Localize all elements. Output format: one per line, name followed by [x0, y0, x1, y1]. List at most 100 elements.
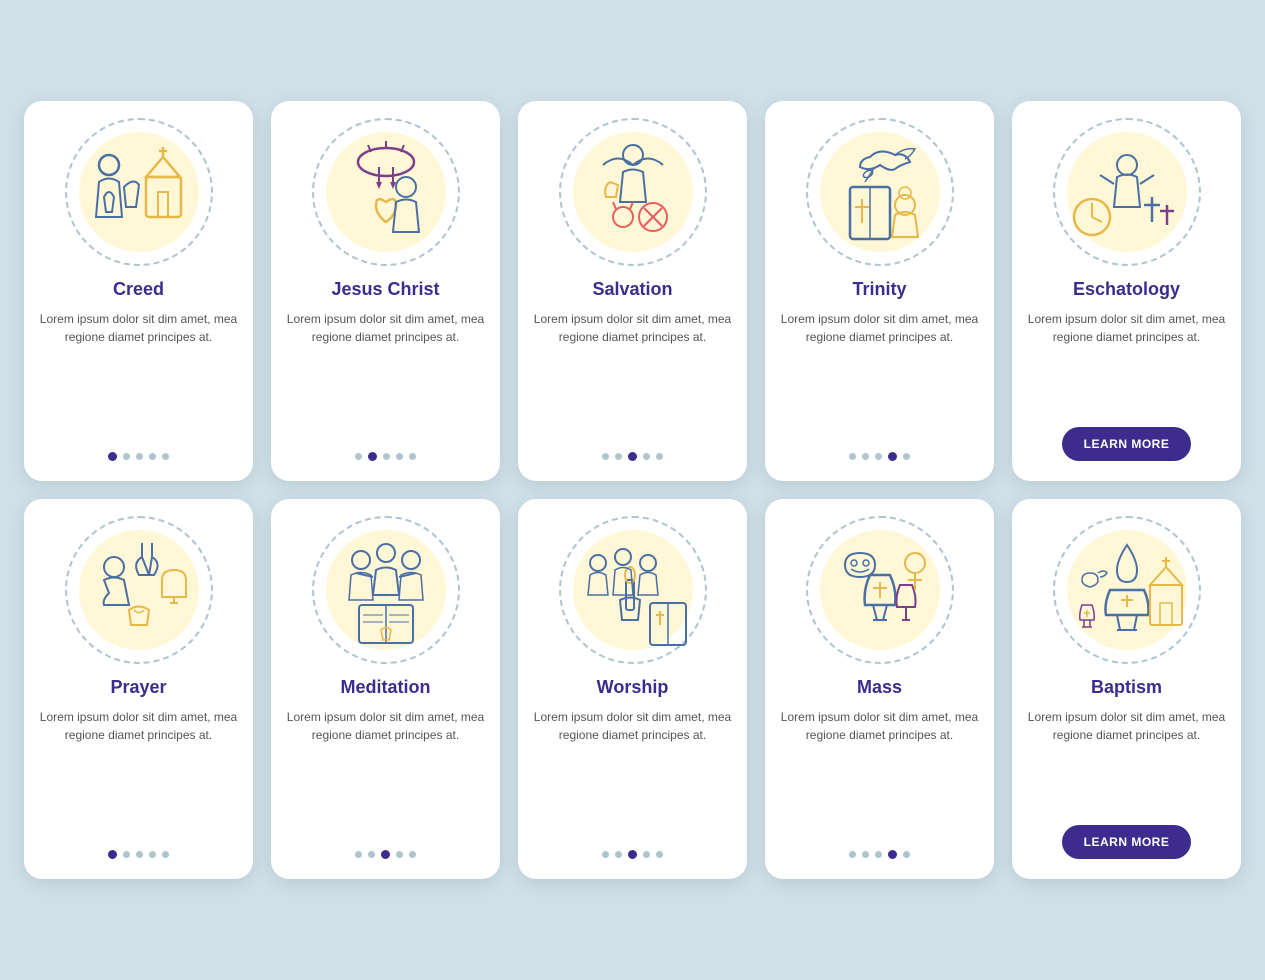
dot-1: [355, 453, 362, 460]
dot-5: [656, 453, 663, 460]
trinity-title: Trinity: [852, 279, 906, 300]
dot-3: [136, 851, 143, 858]
eschatology-title: Eschatology: [1073, 279, 1180, 300]
worship-illustration: [558, 515, 708, 665]
eschatology-body: Lorem ipsum dolor sit dim amet, mea regi…: [1026, 310, 1227, 413]
salvation-icon: [568, 127, 698, 257]
creed-title: Creed: [113, 279, 164, 300]
trinity-illustration: [805, 117, 955, 267]
dot-4: [149, 453, 156, 460]
dot-3: [136, 453, 143, 460]
meditation-body: Lorem ipsum dolor sit dim amet, mea regi…: [285, 708, 486, 836]
trinity-body: Lorem ipsum dolor sit dim amet, mea regi…: [779, 310, 980, 438]
eschatology-learn-more-button[interactable]: LEARN MORE: [1062, 427, 1192, 461]
baptism-illustration: [1052, 515, 1202, 665]
jesus-christ-illustration: [311, 117, 461, 267]
jesus-christ-body: Lorem ipsum dolor sit dim amet, mea regi…: [285, 310, 486, 438]
meditation-footer: [285, 836, 486, 859]
jesus-christ-title: Jesus Christ: [331, 279, 439, 300]
mass-footer: [779, 836, 980, 859]
meditation-dots: [355, 850, 416, 859]
mass-dots: [849, 850, 910, 859]
prayer-icon: [74, 525, 204, 655]
dot-2: [862, 453, 869, 460]
prayer-illustration: [64, 515, 214, 665]
card-grid: Creed Lorem ipsum dolor sit dim amet, me…: [24, 101, 1241, 879]
dot-2: [862, 851, 869, 858]
jesus-christ-icon: [321, 127, 451, 257]
dot-1: [849, 851, 856, 858]
dot-3: [875, 851, 882, 858]
eschatology-icon: [1062, 127, 1192, 257]
dot-5: [656, 851, 663, 858]
eschatology-illustration: [1052, 117, 1202, 267]
trinity-footer: [779, 438, 980, 461]
dot-5: [409, 851, 416, 858]
salvation-title: Salvation: [592, 279, 672, 300]
card-eschatology: Eschatology Lorem ipsum dolor sit dim am…: [1012, 101, 1241, 481]
dot-5: [162, 453, 169, 460]
dot-2: [615, 851, 622, 858]
dot-4: [396, 851, 403, 858]
worship-icon: [568, 525, 698, 655]
dot-4: [149, 851, 156, 858]
dot-4: [643, 851, 650, 858]
dot-4: [888, 452, 897, 461]
dot-3: [628, 850, 637, 859]
baptism-learn-more-button[interactable]: LEARN MORE: [1062, 825, 1192, 859]
salvation-illustration: [558, 117, 708, 267]
dot-5: [162, 851, 169, 858]
prayer-body: Lorem ipsum dolor sit dim amet, mea regi…: [38, 708, 239, 836]
baptism-body: Lorem ipsum dolor sit dim amet, mea regi…: [1026, 708, 1227, 811]
dot-3: [381, 850, 390, 859]
card-trinity: Trinity Lorem ipsum dolor sit dim amet, …: [765, 101, 994, 481]
prayer-footer: [38, 836, 239, 859]
dot-1: [602, 453, 609, 460]
jesus-christ-footer: [285, 438, 486, 461]
dot-1: [849, 453, 856, 460]
mass-illustration: [805, 515, 955, 665]
creed-illustration: [64, 117, 214, 267]
creed-dots: [108, 452, 169, 461]
card-baptism: Baptism Lorem ipsum dolor sit dim amet, …: [1012, 499, 1241, 879]
card-salvation: Salvation Lorem ipsum dolor sit dim amet…: [518, 101, 747, 481]
salvation-body: Lorem ipsum dolor sit dim amet, mea regi…: [532, 310, 733, 438]
salvation-footer: [532, 438, 733, 461]
jesus-christ-dots: [355, 452, 416, 461]
card-meditation: Meditation Lorem ipsum dolor sit dim ame…: [271, 499, 500, 879]
baptism-footer: LEARN MORE: [1026, 811, 1227, 859]
meditation-title: Meditation: [341, 677, 431, 698]
meditation-icon: [321, 525, 451, 655]
dot-4: [396, 453, 403, 460]
card-creed: Creed Lorem ipsum dolor sit dim amet, me…: [24, 101, 253, 481]
dot-2: [123, 851, 130, 858]
trinity-dots: [849, 452, 910, 461]
creed-footer: [38, 438, 239, 461]
worship-title: Worship: [597, 677, 669, 698]
card-prayer: Prayer Lorem ipsum dolor sit dim amet, m…: [24, 499, 253, 879]
dot-5: [903, 453, 910, 460]
card-jesus-christ: Jesus Christ Lorem ipsum dolor sit dim a…: [271, 101, 500, 481]
dot-1: [108, 452, 117, 461]
creed-body: Lorem ipsum dolor sit dim amet, mea regi…: [38, 310, 239, 438]
baptism-title: Baptism: [1091, 677, 1162, 698]
meditation-illustration: [311, 515, 461, 665]
mass-icon: [815, 525, 945, 655]
card-mass: Mass Lorem ipsum dolor sit dim amet, mea…: [765, 499, 994, 879]
dot-1: [602, 851, 609, 858]
dot-2: [123, 453, 130, 460]
dot-1: [108, 850, 117, 859]
mass-title: Mass: [857, 677, 902, 698]
creed-icon: [74, 127, 204, 257]
dot-1: [355, 851, 362, 858]
trinity-icon: [815, 127, 945, 257]
dot-5: [903, 851, 910, 858]
baptism-icon: [1062, 525, 1192, 655]
dot-5: [409, 453, 416, 460]
card-worship: Worship Lorem ipsum dolor sit dim amet, …: [518, 499, 747, 879]
worship-dots: [602, 850, 663, 859]
dot-2: [615, 453, 622, 460]
salvation-dots: [602, 452, 663, 461]
dot-3: [628, 452, 637, 461]
dot-2: [368, 851, 375, 858]
